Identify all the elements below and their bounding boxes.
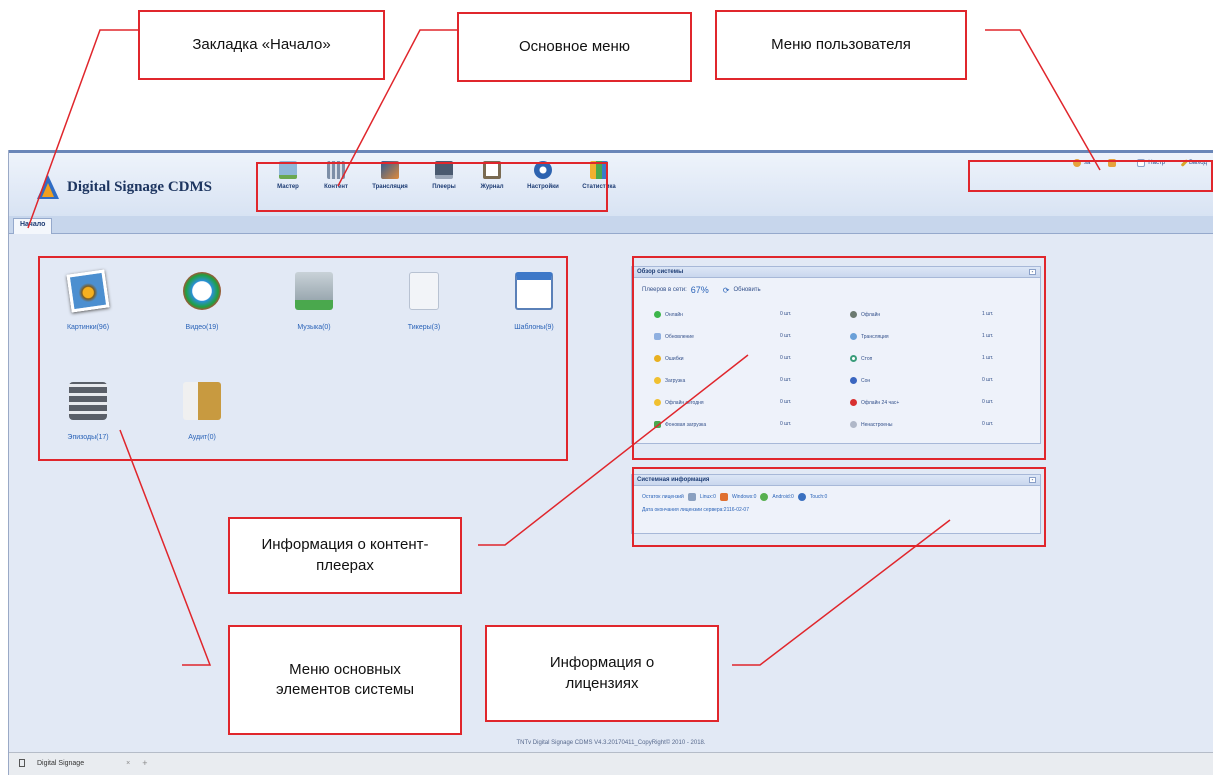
copyright-footer: TNTv Digital Signage CDMS V4.3.20170411_… — [516, 740, 706, 746]
new-tab-icon[interactable]: + — [142, 758, 147, 768]
callout-players-info: Информация о контент-плеерах — [228, 517, 462, 594]
main-menu-highlight — [256, 162, 608, 212]
browser-tab[interactable]: Digital Signage × + — [19, 758, 147, 768]
callout-license-info: Информация о лицензиях — [485, 625, 719, 722]
callout-home-tab: Закладка «Начало» — [138, 10, 385, 80]
app-title: Digital Signage CDMS — [67, 178, 213, 195]
close-tab-icon[interactable]: × — [126, 760, 130, 767]
sysinfo-highlight — [632, 467, 1046, 547]
page-icon — [19, 759, 25, 767]
overview-highlight — [632, 256, 1046, 460]
browser-tab-title: Digital Signage — [37, 759, 85, 767]
annotated-screenshot: Digital Signage CDMS Мастер Контент Тран… — [0, 0, 1213, 775]
browser-taskbar: Digital Signage × + — [9, 752, 1213, 775]
app-logo[interactable]: Digital Signage CDMS — [37, 175, 212, 199]
tab-home[interactable]: Начало — [13, 218, 53, 234]
elements-highlight — [38, 256, 568, 461]
callout-elements-menu: Меню основных элементов системы — [228, 625, 462, 735]
user-menu-highlight — [968, 160, 1213, 192]
callout-user-menu: Меню пользователя — [715, 10, 967, 80]
tab-bar: Начало — [9, 216, 1213, 234]
logo-icon — [37, 175, 59, 199]
callout-main-menu: Основное меню — [457, 12, 692, 82]
